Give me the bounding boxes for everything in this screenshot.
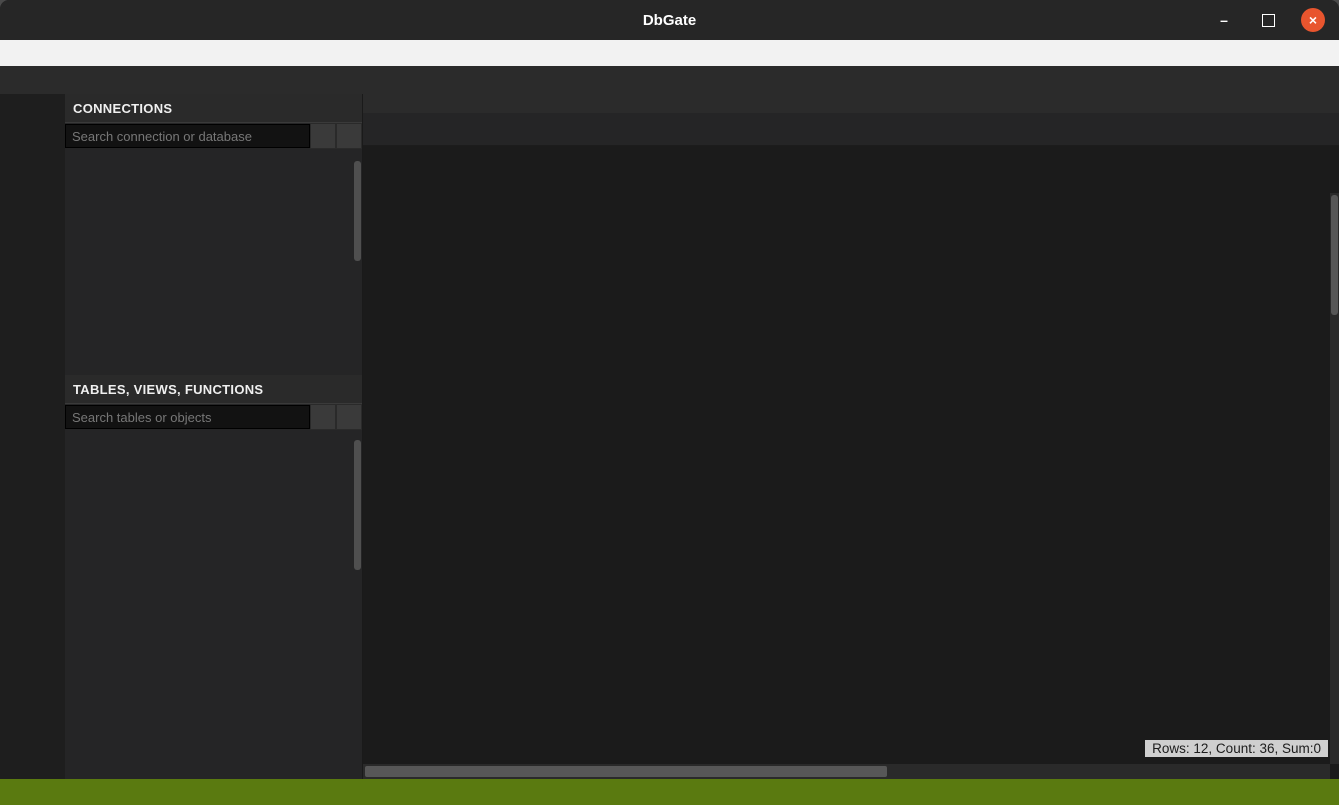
toolbar (0, 66, 1339, 94)
menu-bar (0, 40, 1339, 66)
add-table-small-button[interactable] (310, 404, 336, 430)
title-bar: DbGate – × (0, 0, 1339, 40)
connections-panel-header: CONNECTIONS (65, 94, 362, 123)
content-area: Rows: 12, Count: 36, Sum:0 (363, 94, 1339, 779)
plus-icon (318, 131, 329, 142)
maximize-button[interactable] (1257, 9, 1279, 31)
tables-panel-header: TABLES, VIEWS, FUNCTIONS (65, 375, 362, 404)
tables-search-input[interactable] (65, 405, 310, 429)
refresh-icon (344, 131, 355, 142)
grid-vertical-scrollbar[interactable] (1330, 193, 1339, 764)
status-bar (0, 779, 1339, 805)
connections-scrollbar[interactable] (354, 161, 361, 261)
tables-tree (65, 430, 362, 779)
add-connection-small-button[interactable] (310, 123, 336, 149)
plus-icon (318, 412, 329, 423)
connections-list (65, 149, 362, 375)
window-controls: – × (1213, 8, 1339, 32)
refresh-connections-button[interactable] (336, 123, 362, 149)
refresh-icon (344, 412, 355, 423)
connections-search-row (65, 123, 362, 149)
tables-scrollbar[interactable] (354, 440, 361, 570)
refresh-tables-button[interactable] (336, 404, 362, 430)
data-grid: Rows: 12, Count: 36, Sum:0 (363, 146, 1339, 779)
tab-group-strip (363, 94, 1339, 113)
grid-horizontal-scrollbar[interactable] (363, 764, 1330, 779)
tables-search-row (65, 404, 362, 430)
window-title: DbGate (0, 12, 1339, 29)
selection-stats-tooltip: Rows: 12, Count: 36, Sum:0 (1145, 740, 1328, 757)
dbgate-window: DbGate – × CONNECTIONS TABLES, VIEWS, FU… (0, 0, 1339, 805)
minimize-button[interactable]: – (1213, 9, 1235, 31)
connections-search-input[interactable] (65, 124, 310, 148)
tab-strip (363, 113, 1339, 146)
close-button[interactable]: × (1301, 8, 1325, 32)
main-area: CONNECTIONS TABLES, VIEWS, FUNCTIONS (0, 94, 1339, 779)
sidebar: CONNECTIONS TABLES, VIEWS, FUNCTIONS (65, 94, 363, 779)
icon-rail (0, 94, 65, 779)
